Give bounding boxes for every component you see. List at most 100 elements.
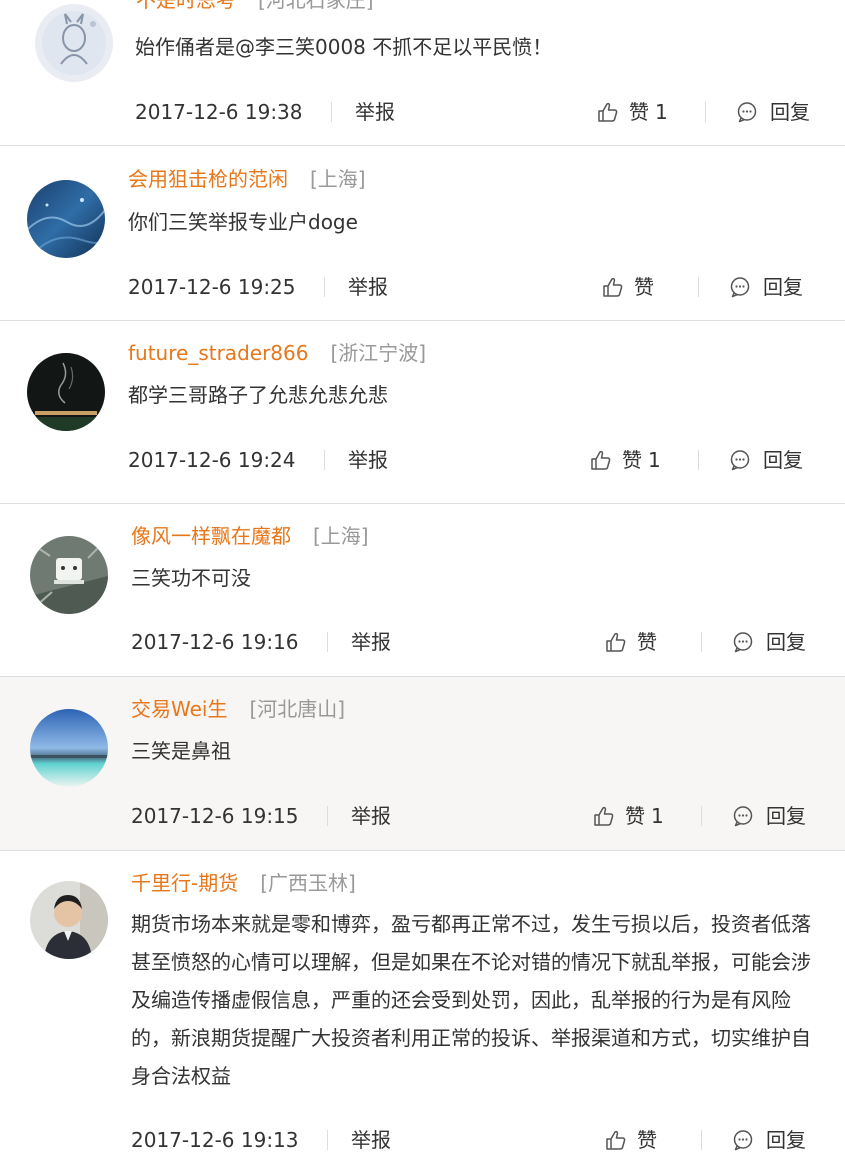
report-button[interactable]: 举报: [351, 1125, 391, 1155]
user-avatar[interactable]: [30, 536, 108, 614]
like-label: 赞: [634, 275, 654, 299]
comment-actions: 2017-12-6 19:16 举报 赞 回复: [131, 627, 821, 657]
like-button[interactable]: 赞1: [593, 801, 664, 831]
divider: [701, 632, 702, 652]
like-count: 1: [655, 100, 668, 124]
divider: [327, 632, 328, 652]
speech-bubble-icon: [730, 276, 750, 297]
comment-item: 不是时思考 [河北石家庄] 始作俑者是@李三笑0008 不抓不足以平民愤！ 201…: [0, 0, 845, 146]
speech-bubble-icon: [737, 101, 757, 122]
thumbs-up-icon: [603, 277, 623, 297]
reply-button[interactable]: 回复: [729, 272, 803, 302]
username[interactable]: future_strader866: [128, 341, 308, 365]
like-label: 赞: [637, 630, 657, 654]
like-count: 1: [651, 804, 664, 828]
comment-text: 三笑是鼻祖: [131, 739, 231, 763]
divider: [327, 806, 328, 826]
speech-bubble-icon: [730, 449, 750, 470]
divider: [324, 277, 325, 297]
divider: [327, 1130, 328, 1150]
comment-item: future_strader866 [浙江宁波] 都学三哥路子了允悲允悲允悲 20…: [0, 321, 845, 504]
user-avatar[interactable]: [35, 4, 113, 82]
avatar-image: [30, 881, 108, 959]
thumbs-up-icon: [594, 806, 614, 826]
comment-actions: 2017-12-6 19:38 举报 赞1 回复: [135, 97, 825, 127]
username[interactable]: 会用狙击枪的范闲: [128, 167, 288, 191]
report-button[interactable]: 举报: [351, 627, 391, 657]
username[interactable]: 不是时思考: [136, 0, 236, 12]
username[interactable]: 像风一样飘在魔都: [131, 524, 291, 548]
like-button[interactable]: 赞: [602, 272, 660, 302]
like-label: 赞: [625, 804, 645, 828]
speech-bubble-icon: [733, 805, 753, 826]
user-location: [浙江宁波]: [330, 341, 427, 365]
comment-item: 交易Wei生 [河北唐山] 三笑是鼻祖 2017-12-6 19:15 举报 赞1…: [0, 677, 845, 851]
user-location: [河北唐山]: [249, 697, 346, 721]
comment-time: 2017-12-6 19:25: [128, 275, 296, 299]
divider: [698, 450, 699, 470]
avatar-image: [35, 4, 113, 82]
comment-text: 你们三笑举报专业户doge: [128, 210, 358, 234]
comment-list: 不是时思考 [河北石家庄] 始作俑者是@李三笑0008 不抓不足以平民愤！ 201…: [0, 0, 845, 1162]
reply-label: 回复: [766, 630, 806, 654]
comment-time: 2017-12-6 19:24: [128, 448, 296, 472]
report-button[interactable]: 举报: [355, 97, 395, 127]
reply-label: 回复: [766, 1128, 806, 1152]
user-avatar[interactable]: [30, 709, 108, 787]
comment-time: 2017-12-6 19:38: [135, 100, 303, 124]
reply-label: 回复: [763, 275, 803, 299]
divider: [331, 102, 332, 122]
like-button[interactable]: 赞1: [597, 97, 668, 127]
report-button[interactable]: 举报: [348, 272, 388, 302]
like-button[interactable]: 赞: [605, 627, 663, 657]
user-location: [上海]: [310, 167, 366, 191]
thumbs-up-icon: [591, 450, 611, 470]
avatar-image: [27, 180, 105, 258]
reply-label: 回复: [763, 448, 803, 472]
like-button[interactable]: 赞1: [590, 445, 661, 475]
avatar-image: [30, 536, 108, 614]
user-location: [广西玉林]: [260, 871, 356, 895]
comment-actions: 2017-12-6 19:15 举报 赞1 回复: [131, 801, 821, 831]
comment-item: 会用狙击枪的范闲 [上海] 你们三笑举报专业户doge 2017-12-6 19:…: [0, 146, 845, 321]
comment-actions: 2017-12-6 19:24 举报 赞1 回复: [128, 445, 818, 475]
reply-button[interactable]: 回复: [732, 801, 806, 831]
comment-item: 千里行-期货 [广西玉林] 期货市场本来就是零和博弈，盈亏都再正常不过，发生亏损以…: [0, 851, 845, 1162]
divider: [698, 277, 699, 297]
comment-time: 2017-12-6 19:15: [131, 804, 299, 828]
comment-actions: 2017-12-6 19:13 举报 赞 回复: [131, 1125, 821, 1155]
speech-bubble-icon: [733, 1129, 753, 1150]
reply-button[interactable]: 回复: [729, 445, 803, 475]
divider: [324, 450, 325, 470]
thumbs-up-icon: [606, 632, 626, 652]
speech-bubble-icon: [733, 631, 753, 652]
reply-button[interactable]: 回复: [736, 97, 810, 127]
username[interactable]: 交易Wei生: [131, 697, 227, 721]
username[interactable]: 千里行-期货: [131, 871, 238, 895]
report-button[interactable]: 举报: [351, 801, 391, 831]
user-location: [河北石家庄]: [258, 0, 374, 12]
divider: [701, 1130, 702, 1150]
user-avatar[interactable]: [27, 180, 105, 258]
user-avatar[interactable]: [30, 881, 108, 959]
thumbs-up-icon: [598, 102, 618, 122]
reply-button[interactable]: 回复: [732, 1125, 806, 1155]
avatar-image: [30, 709, 108, 787]
reply-label: 回复: [766, 804, 806, 828]
reply-label: 回复: [770, 100, 810, 124]
comment-text: 都学三哥路子了允悲允悲允悲: [128, 383, 388, 407]
user-avatar[interactable]: [27, 353, 105, 431]
reply-button[interactable]: 回复: [732, 627, 806, 657]
comment-item: 像风一样飘在魔都 [上海] 三笑功不可没 2017-12-6 19:16 举报 赞…: [0, 504, 845, 677]
like-count: 1: [648, 448, 661, 472]
like-label: 赞: [622, 448, 642, 472]
thumbs-up-icon: [606, 1130, 626, 1150]
like-button[interactable]: 赞: [605, 1125, 663, 1155]
report-button[interactable]: 举报: [348, 445, 388, 475]
user-location: [上海]: [313, 524, 369, 548]
divider: [705, 102, 706, 122]
comment-text: 始作俑者是@李三笑0008 不抓不足以平民愤！: [135, 35, 553, 59]
comment-text: 期货市场本来就是零和博弈，盈亏都再正常不过，发生亏损以后，投资者低落甚至愤怒的心…: [131, 912, 811, 1088]
like-label: 赞: [629, 100, 649, 124]
comment-time: 2017-12-6 19:16: [131, 630, 299, 654]
